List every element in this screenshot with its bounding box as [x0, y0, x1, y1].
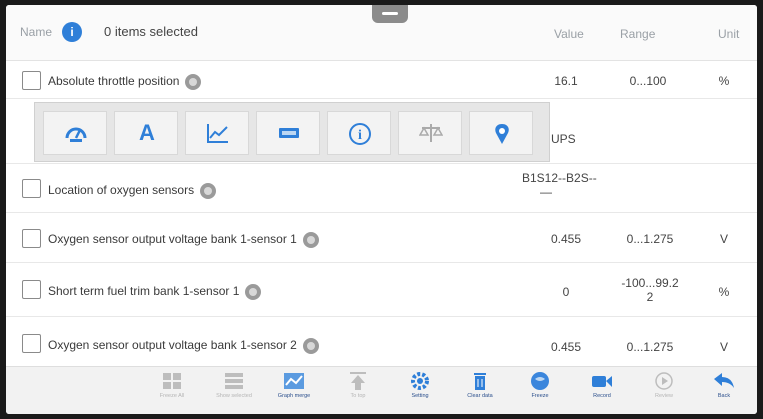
freeze-button[interactable]: Freeze	[514, 371, 566, 413]
graph-merge-button[interactable]: Graph merge	[268, 371, 320, 413]
help-icon[interactable]	[200, 183, 217, 199]
record-icon	[592, 376, 612, 387]
back-label: Back	[717, 393, 731, 399]
graph-merge-label: Graph merge	[277, 393, 311, 399]
graph-mode-button[interactable]	[185, 111, 249, 155]
show-selected-label: Show selected	[216, 393, 252, 399]
record-button[interactable]: Record	[576, 371, 628, 413]
selected-count: 0 items selected	[104, 24, 198, 39]
range-column-header: Range	[620, 27, 656, 41]
unit-column-header: Unit	[718, 27, 740, 41]
freeze-icon	[531, 372, 549, 390]
row-value: 16.1	[554, 74, 578, 88]
line-graph-icon	[207, 124, 228, 143]
info-glyph: i	[358, 128, 362, 143]
bottom-toolbar: Freeze All Show selected Graph merge To …	[6, 366, 757, 414]
help-icon[interactable]	[302, 338, 319, 354]
gauge-icon	[65, 127, 87, 142]
row-range: -100...99.2	[621, 276, 679, 290]
row-range: 0...1.275	[626, 232, 674, 246]
row-label-wrap: Oxygen sensor output voltage bank 1-sens…	[48, 338, 319, 354]
freeze-label: Freeze	[531, 393, 549, 399]
review-label: Review	[654, 393, 674, 399]
info-icon: i	[349, 123, 371, 145]
table-row[interactable]: Short term fuel trim bank 1-sensor 1 0 -…	[6, 264, 757, 317]
row-label: Oxygen sensor output voltage bank 1-sens…	[48, 232, 297, 247]
row-checkbox[interactable]	[22, 229, 41, 248]
display-mode-toolbar: A i	[34, 102, 550, 162]
grid-icon	[163, 373, 181, 389]
row-checkbox[interactable]	[22, 280, 41, 299]
row-unit: V	[719, 232, 728, 246]
review-button[interactable]: Review	[638, 371, 690, 413]
row-label: Location of oxygen sensors	[48, 183, 195, 198]
row-value-line2: —	[540, 185, 552, 199]
live-data-screen: Name i 0 items selected Value Range Unit…	[6, 5, 757, 414]
info-icon[interactable]: i	[62, 22, 82, 42]
name-column-header: Name	[20, 25, 53, 39]
row-label: Short term fuel trim bank 1-sensor 1	[48, 284, 240, 299]
row-unit: %	[718, 74, 730, 88]
scale-icon	[419, 124, 443, 142]
to-top-icon	[350, 372, 366, 390]
back-icon	[714, 373, 734, 388]
setting-label: Setting	[411, 393, 429, 399]
table-row[interactable]: Location of oxygen sensors B1S12--B2S-- …	[6, 165, 757, 213]
row-value: 0.455	[550, 232, 582, 246]
digital-mode-button[interactable]	[256, 111, 320, 155]
row-value: UPS	[551, 132, 576, 146]
row-label: Oxygen sensor output voltage bank 1-sens…	[48, 338, 297, 353]
digital-display-icon	[279, 128, 299, 138]
freeze-all-label: Freeze All	[159, 393, 185, 399]
compare-mode-button[interactable]	[398, 111, 462, 155]
text-mode-button[interactable]: A	[114, 111, 178, 155]
row-checkbox[interactable]	[22, 334, 41, 353]
row-label-wrap: Short term fuel trim bank 1-sensor 1	[48, 284, 262, 300]
clear-data-button[interactable]: Clear data	[454, 371, 506, 413]
list-header: Name i 0 items selected Value Range Unit	[6, 5, 757, 61]
row-range: 0...1.275	[626, 340, 674, 354]
row-value: B1S12--B2S--	[522, 171, 597, 185]
row-range-line2: 2	[646, 290, 654, 304]
help-icon[interactable]	[302, 232, 319, 248]
info-mode-button[interactable]: i	[327, 111, 391, 155]
help-icon[interactable]	[185, 74, 202, 90]
to-top-button[interactable]: To top	[332, 371, 384, 413]
row-label: Absolute throttle position	[48, 74, 180, 89]
graph-merge-icon	[284, 373, 304, 389]
freeze-all-button[interactable]: Freeze All	[146, 371, 198, 413]
row-value: 0.455	[550, 340, 582, 354]
table-row[interactable]: Absolute throttle position 16.1 0...100 …	[6, 62, 757, 99]
table-row[interactable]: Oxygen sensor output voltage bank 1-sens…	[6, 214, 757, 263]
back-button[interactable]: Back	[698, 371, 750, 413]
row-value: 0	[562, 285, 570, 299]
setting-button[interactable]: Setting	[394, 371, 446, 413]
row-label-wrap: Location of oxygen sensors	[48, 183, 217, 199]
row-unit: V	[719, 340, 728, 354]
setting-icon	[411, 372, 429, 390]
help-icon[interactable]	[245, 284, 262, 300]
gauge-mode-button[interactable]	[43, 111, 107, 155]
location-pin-icon	[495, 124, 509, 144]
record-label: Record	[593, 393, 611, 399]
row-checkbox[interactable]	[22, 179, 41, 198]
show-selected-button[interactable]: Show selected	[208, 371, 260, 413]
row-checkbox[interactable]	[22, 71, 41, 90]
row-range: 0...100	[629, 74, 667, 88]
row-unit: %	[718, 285, 730, 299]
review-icon	[655, 372, 673, 390]
clear-data-icon	[474, 373, 486, 390]
table-row[interactable]: Oxygen sensor output voltage bank 1-sens…	[6, 318, 757, 366]
to-top-label: To top	[350, 393, 366, 399]
list-icon	[225, 373, 243, 389]
location-button[interactable]	[469, 111, 533, 155]
value-column-header: Value	[554, 27, 584, 41]
row-label-wrap: Absolute throttle position	[48, 74, 202, 90]
text-mode-icon: A	[139, 120, 155, 145]
pull-down-handle[interactable]	[372, 5, 408, 23]
clear-data-label: Clear data	[467, 393, 493, 399]
row-label-wrap: Oxygen sensor output voltage bank 1-sens…	[48, 232, 319, 248]
